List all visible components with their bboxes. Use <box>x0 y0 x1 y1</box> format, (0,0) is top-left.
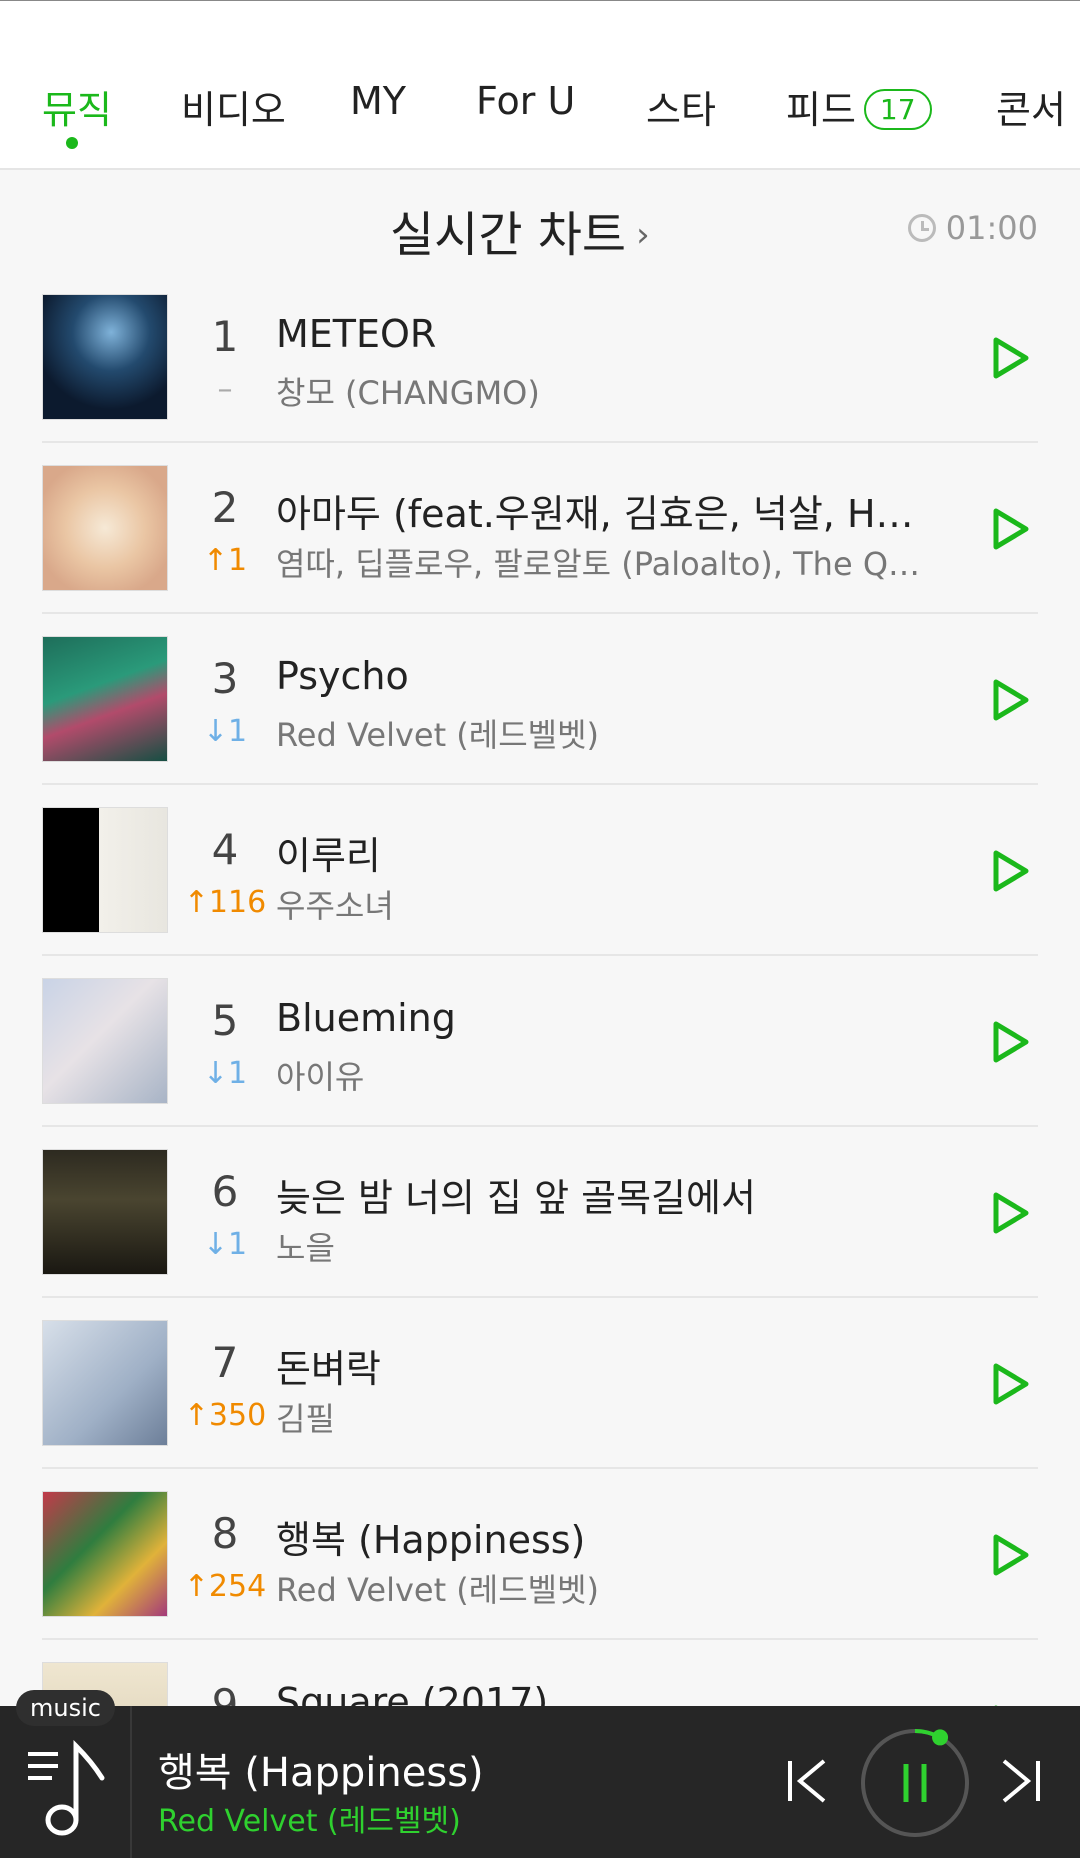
chart-row[interactable]: 4 ↑116 이루리 우주소녀 <box>0 785 1080 956</box>
rank-number: 6 <box>211 1167 239 1216</box>
top-navigation: 뮤직 비디오 MY For U 스타 피드 17 콘서 <box>0 0 1080 170</box>
album-cover[interactable] <box>42 978 168 1104</box>
tab-star[interactable]: 스타 <box>646 79 716 134</box>
rank-change: ↑116 <box>183 885 267 920</box>
song-title[interactable]: 아마두 (feat.우원재, 김효은, 넉살, Huckleberry P) <box>276 483 936 538</box>
song-title[interactable]: 돈벼락 <box>276 1338 936 1393</box>
play-icon[interactable] <box>988 847 1032 895</box>
now-playing-title: 행복 (Happiness) <box>158 1750 484 1796</box>
play-icon[interactable] <box>988 334 1032 382</box>
chart-list: 1 – METEOR 창모 (CHANGMO) 2 ↑1 아마두 (feat.우원재, 김효… <box>0 272 1080 1811</box>
feed-count-badge: 17 <box>863 89 932 130</box>
rank-number: 3 <box>211 654 239 703</box>
rank-number: 8 <box>211 1509 239 1558</box>
album-cover[interactable] <box>42 636 168 762</box>
chart-header: 실시간 차트 › 01:00 <box>0 195 1080 265</box>
chart-row[interactable]: 7 ↑350 돈벼락 김필 <box>0 1298 1080 1469</box>
chart-row[interactable]: 5 ↓1 Blueming 아이유 <box>0 956 1080 1127</box>
chevron-right-icon: › <box>636 215 650 255</box>
rank-number: 4 <box>211 825 239 874</box>
tab-feed[interactable]: 피드 17 <box>786 79 932 134</box>
chart-row[interactable]: 2 ↑1 아마두 (feat.우원재, 김효은, 넉살, Huckleberry P… <box>0 443 1080 614</box>
chart-title: 실시간 차트 <box>390 207 627 263</box>
chart-row[interactable]: 6 ↓1 늦은 밤 너의 집 앞 골목길에서 노을 <box>0 1127 1080 1298</box>
now-playing-artist: Red Velvet (레드벨벳) <box>158 1804 461 1839</box>
album-cover[interactable] <box>42 1491 168 1617</box>
song-title[interactable]: 이루리 <box>276 825 936 880</box>
realtime-chart-link[interactable]: 실시간 차트 › <box>390 195 650 265</box>
chart-row[interactable]: 1 – METEOR 창모 (CHANGMO) <box>0 272 1080 443</box>
tab-for-u[interactable]: For U <box>476 79 575 123</box>
clock-icon <box>907 214 936 242</box>
play-icon[interactable] <box>988 1360 1032 1408</box>
song-artist[interactable]: 염따, 딥플로우, 팔로알토 (Paloalto), The Quiett <box>276 539 936 585</box>
music-label-tab: music <box>16 1690 115 1726</box>
song-artist[interactable]: 우주소녀 <box>276 881 936 927</box>
play-icon[interactable] <box>988 1189 1032 1237</box>
play-icon[interactable] <box>988 1531 1032 1579</box>
rank-change: ↓1 <box>202 1056 248 1091</box>
play-icon[interactable] <box>988 505 1032 553</box>
play-icon[interactable] <box>988 676 1032 724</box>
mini-player[interactable]: 행복 (Happiness) Red Velvet (레드벨벳) <box>0 1706 1080 1858</box>
category-tabs: 뮤직 비디오 MY For U 스타 피드 17 콘서 <box>0 79 1080 139</box>
rank-number: 7 <box>211 1338 239 1387</box>
album-cover[interactable] <box>42 1320 168 1446</box>
playlist-icon <box>28 1739 105 1836</box>
song-title[interactable]: Psycho <box>276 654 936 698</box>
song-title[interactable]: Blueming <box>276 996 936 1040</box>
rank-change: – <box>217 372 233 407</box>
rank-change: ↓1 <box>202 1227 248 1262</box>
album-cover[interactable] <box>42 807 168 933</box>
chart-row[interactable]: 3 ↓1 Psycho Red Velvet (레드벨벳) <box>0 614 1080 785</box>
song-artist[interactable]: Red Velvet (레드벨벳) <box>276 710 936 756</box>
song-artist[interactable]: 아이유 <box>276 1052 936 1098</box>
rank-change: ↑350 <box>183 1398 267 1433</box>
album-cover[interactable] <box>42 1149 168 1275</box>
song-artist[interactable]: 창모 (CHANGMO) <box>276 368 936 414</box>
album-cover[interactable] <box>42 294 168 420</box>
song-title[interactable]: 행복 (Happiness) <box>276 1509 936 1564</box>
skip-previous-icon[interactable] <box>784 1756 834 1806</box>
song-artist[interactable]: 노을 <box>276 1223 936 1269</box>
chart-time-value: 01:00 <box>945 209 1038 247</box>
rank-change: ↓1 <box>202 714 248 749</box>
rank-number: 2 <box>211 483 239 532</box>
chart-update-time: 01:00 <box>907 209 1038 247</box>
rank-change: ↑1 <box>202 543 248 578</box>
play-icon[interactable] <box>988 1018 1032 1066</box>
chart-row[interactable]: 8 ↑254 행복 (Happiness) Red Velvet (레드벨벳) <box>0 1469 1080 1640</box>
playback-progress-knob[interactable] <box>932 1729 949 1746</box>
album-cover[interactable] <box>42 465 168 591</box>
tab-my[interactable]: MY <box>350 79 406 123</box>
tab-video[interactable]: 비디오 <box>181 79 286 134</box>
active-tab-indicator <box>66 137 78 149</box>
song-title[interactable]: METEOR <box>276 312 936 356</box>
song-title[interactable]: 늦은 밤 너의 집 앞 골목길에서 <box>276 1167 936 1222</box>
song-artist[interactable]: 김필 <box>276 1394 936 1440</box>
song-artist[interactable]: Red Velvet (레드벨벳) <box>276 1565 936 1611</box>
playlist-button[interactable] <box>0 1706 132 1858</box>
rank-number: 1 <box>211 312 239 361</box>
tab-music[interactable]: 뮤직 <box>42 79 112 134</box>
skip-next-icon[interactable] <box>994 1756 1044 1806</box>
tab-feed-label: 피드 <box>786 88 856 132</box>
pause-button[interactable] <box>858 1726 972 1840</box>
rank-change: ↑254 <box>183 1569 267 1604</box>
tab-concert[interactable]: 콘서 <box>996 79 1066 134</box>
rank-number: 5 <box>211 996 239 1045</box>
